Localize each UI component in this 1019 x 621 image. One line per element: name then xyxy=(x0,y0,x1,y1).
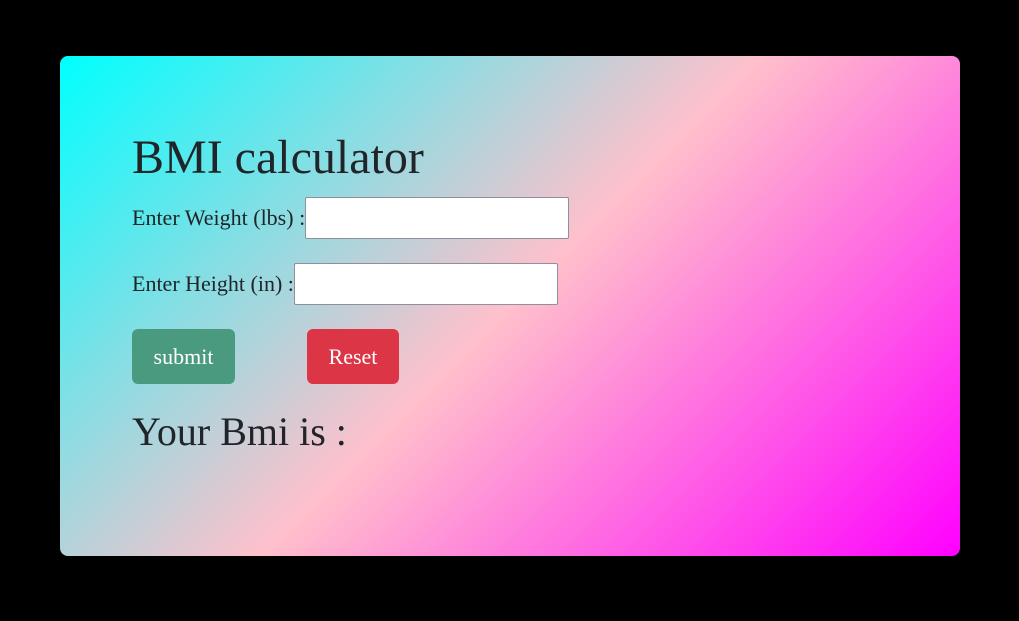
weight-row: Enter Weight (lbs) : xyxy=(132,197,570,239)
submit-button[interactable]: submit xyxy=(132,329,235,384)
page-title: BMI calculator xyxy=(132,131,424,184)
weight-input[interactable] xyxy=(305,197,570,239)
weight-label: Enter Weight (lbs) : xyxy=(132,205,306,230)
height-label: Enter Height (in) : xyxy=(132,271,294,296)
reset-button[interactable]: Reset xyxy=(307,329,399,384)
bmi-result: Your Bmi is : xyxy=(132,409,347,454)
height-row: Enter Height (in) : xyxy=(132,263,558,305)
bmi-calculator-card: BMI calculator Enter Weight (lbs) : Ente… xyxy=(60,56,960,556)
height-input[interactable] xyxy=(293,263,558,305)
